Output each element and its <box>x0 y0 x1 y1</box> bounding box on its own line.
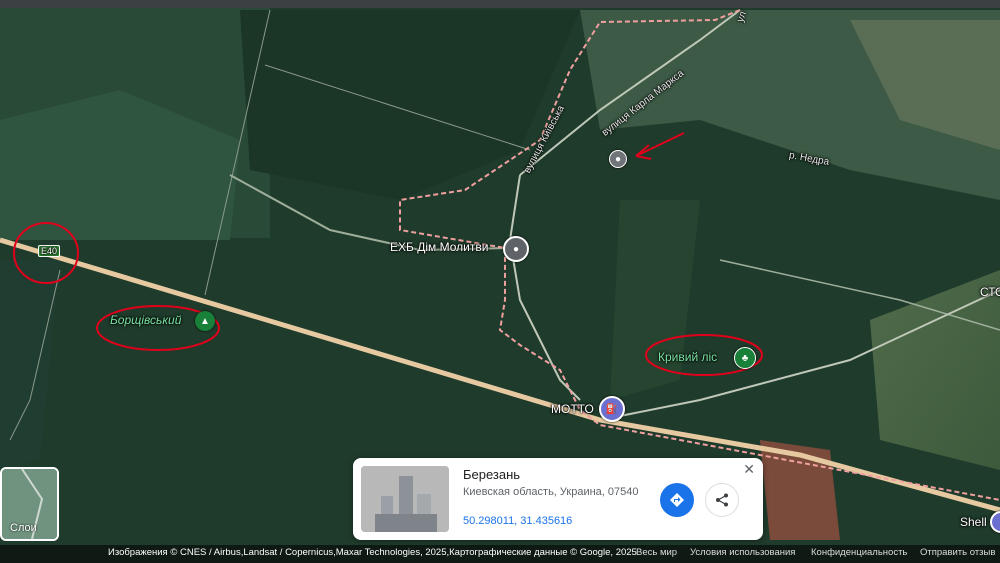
place-label-kryvyi-lis[interactable]: Кривий ліс <box>658 350 717 364</box>
place-title: Березань <box>463 467 521 482</box>
layers-button[interactable]: Слои <box>0 467 59 541</box>
terms-link[interactable]: Условия использования <box>690 547 795 558</box>
close-icon[interactable]: ✕ <box>743 461 755 478</box>
place-label-motto[interactable]: МОТТО <box>551 402 594 416</box>
place-label-shell[interactable]: Shell <box>960 515 987 529</box>
directions-button[interactable] <box>660 483 694 517</box>
share-button[interactable] <box>705 483 739 517</box>
place-info-card[interactable]: Березань Киевская область, Украина, 0754… <box>353 458 763 540</box>
attribution-text: Изображения © CNES / Airbus,Landsat / Co… <box>108 547 637 558</box>
place-label-sto[interactable]: СТО <box>980 285 1000 299</box>
place-thumbnail[interactable] <box>361 466 449 532</box>
directions-icon <box>670 493 684 507</box>
park-icon[interactable]: ♣ <box>734 347 756 369</box>
place-coordinates[interactable]: 50.298011, 31.435616 <box>463 515 572 527</box>
share-icon <box>716 493 728 507</box>
pin-icon-marked[interactable]: ● <box>609 150 627 168</box>
layers-label: Слои <box>10 522 37 534</box>
place-label-borshchivskyi[interactable]: Борщівський <box>110 313 181 327</box>
forest-icon[interactable]: ▲ <box>195 311 215 331</box>
feedback-link[interactable]: Отправить отзыв <box>920 547 995 558</box>
highway-shield: E40 <box>38 245 61 257</box>
place-address: Киевская область, Украина, 07540 <box>463 486 639 498</box>
place-label-church[interactable]: ЕХБ Дім Молитви <box>390 240 488 254</box>
building-icon <box>361 466 449 532</box>
map-footer: Изображения © CNES / Airbus,Landsat / Co… <box>0 545 1000 563</box>
scale-link[interactable]: Весь мир <box>636 547 677 558</box>
fuel-icon[interactable]: ⛽ <box>599 396 625 422</box>
privacy-link[interactable]: Конфиденциальность <box>811 547 907 558</box>
pin-icon[interactable]: ● <box>503 236 529 262</box>
